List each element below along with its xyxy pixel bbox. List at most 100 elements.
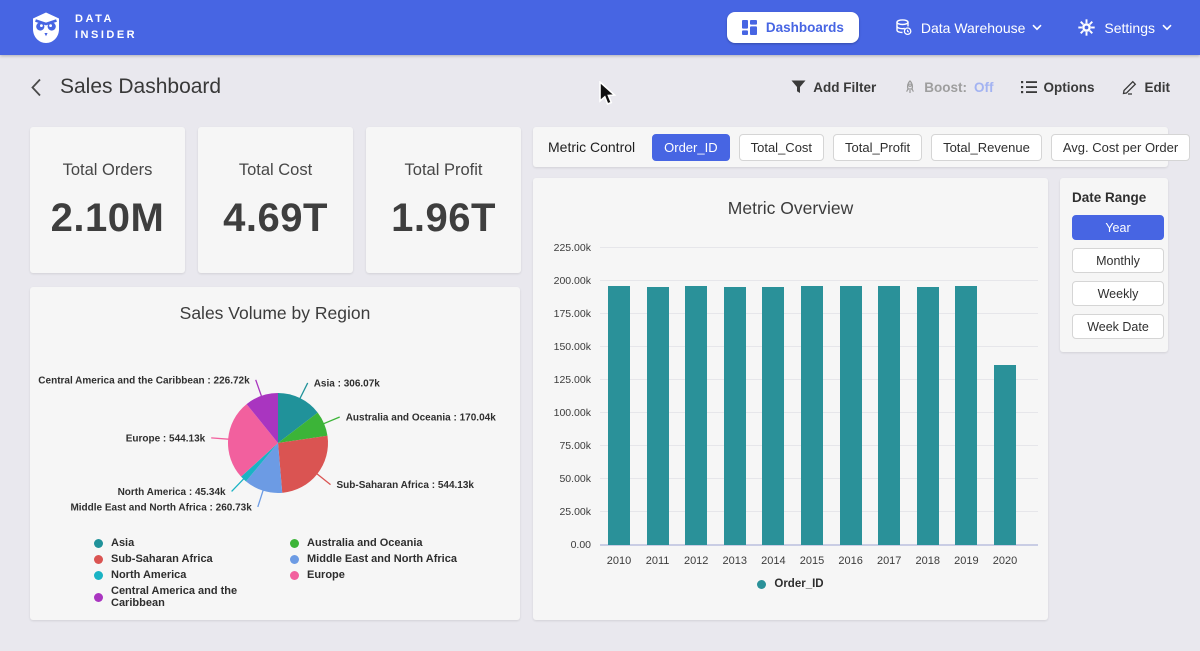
legend-dot <box>290 571 299 580</box>
settings-label: Settings <box>1104 20 1155 36</box>
bar-2014[interactable] <box>762 287 784 545</box>
pie-chart-card: Sales Volume by Region Asia : 306.07kAus… <box>30 287 520 620</box>
pie-callout-label-australia-and-oceania: Australia and Oceania : 170.04k <box>346 413 497 424</box>
data-warehouse-menu[interactable]: Data Warehouse <box>895 19 1043 36</box>
x-tick-label-2013: 2013 <box>723 555 747 567</box>
metric-button-order-id[interactable]: Order_ID <box>652 134 729 161</box>
brand-logo[interactable]: DATA INSIDER <box>28 10 137 46</box>
top-navbar: DATA INSIDER Dashboards Data Warehouse <box>0 0 1200 55</box>
pie-callout-line <box>258 489 264 507</box>
bar-2012[interactable] <box>685 286 707 545</box>
x-tick-label-2014: 2014 <box>761 555 785 567</box>
x-tick-label-2019: 2019 <box>954 555 978 567</box>
dashboards-button[interactable]: Dashboards <box>727 12 859 43</box>
chevron-down-icon <box>1162 24 1172 31</box>
y-tick-label: 100.00k <box>533 407 591 419</box>
bar-2019[interactable] <box>955 286 977 545</box>
legend-label: Central America and the Caribbean <box>111 585 290 609</box>
gridline <box>600 280 1038 281</box>
pie-legend-item-middle-east-and-north-africa: Middle East and North Africa <box>290 553 520 565</box>
date-range-button-week-date[interactable]: Week Date <box>1072 314 1164 339</box>
back-chevron-icon <box>30 78 42 97</box>
kpi-card-total-profit: Total Profit1.96T <box>366 127 521 273</box>
y-tick-label: 150.00k <box>533 341 591 353</box>
kpi-label: Total Cost <box>198 161 353 180</box>
x-tick-label-2017: 2017 <box>877 555 901 567</box>
x-tick-label-2018: 2018 <box>916 555 940 567</box>
pie-legend-item-europe: Europe <box>290 569 520 581</box>
date-range-card: Date Range Year Monthly Weekly Week Date <box>1060 178 1168 352</box>
date-range-button-weekly[interactable]: Weekly <box>1072 281 1164 306</box>
kpi-row: Total Orders2.10MTotal Cost4.69TTotal Pr… <box>30 127 521 273</box>
y-tick-label: 75.00k <box>533 440 591 452</box>
bar-2017[interactable] <box>878 286 900 545</box>
bar-2015[interactable] <box>801 286 823 545</box>
bar-2016[interactable] <box>840 286 862 546</box>
x-tick-label-2012: 2012 <box>684 555 708 567</box>
page-title: Sales Dashboard <box>60 75 221 99</box>
back-button[interactable] <box>30 78 42 97</box>
add-filter-label: Add Filter <box>813 80 876 95</box>
date-range-button-year[interactable]: Year <box>1072 215 1164 240</box>
metric-control-label: Metric Control <box>548 139 635 155</box>
legend-dot <box>94 571 103 580</box>
kpi-label: Total Profit <box>366 161 521 180</box>
pie-callout-line <box>322 417 340 424</box>
y-tick-label: 25.00k <box>533 506 591 518</box>
pie-callout-label-north-america: North America : 45.34k <box>118 487 226 498</box>
y-tick-label: 175.00k <box>533 308 591 320</box>
kpi-card-total-cost: Total Cost 4.69T <box>198 127 353 273</box>
pie-chart-title: Sales Volume by Region <box>30 287 520 327</box>
legend-label: Middle East and North Africa <box>307 553 457 565</box>
rocket-icon <box>903 80 917 95</box>
legend-dot <box>94 555 103 564</box>
pie-legend-item-australia-and-oceania: Australia and Oceania <box>290 537 520 549</box>
y-tick-label: 125.00k <box>533 374 591 386</box>
boost-toggle[interactable]: Boost: Off <box>903 80 993 95</box>
dashboard-header: Sales Dashboard Add Filter Boost: Off <box>0 55 1200 119</box>
boost-label: Boost: <box>924 80 967 95</box>
edit-button[interactable]: Edit <box>1122 79 1171 95</box>
options-button[interactable]: Options <box>1021 80 1095 95</box>
gear-icon <box>1078 19 1095 36</box>
add-filter-button[interactable]: Add Filter <box>791 80 876 95</box>
filter-funnel-icon <box>791 80 806 94</box>
metric-button-avg-cost-per-order[interactable]: Avg. Cost per Order <box>1051 134 1190 161</box>
bar-chart-title: Metric Overview <box>533 178 1048 218</box>
settings-menu[interactable]: Settings <box>1078 19 1172 36</box>
legend-label: Europe <box>307 569 345 581</box>
metric-button-total-cost[interactable]: Total_Cost <box>739 134 824 161</box>
pie-legend-item-north-america: North America <box>94 569 290 581</box>
bar-chart-card: Metric Overview 0.0025.00k50.00k75.00k10… <box>533 178 1048 620</box>
date-range-button-monthly[interactable]: Monthly <box>1072 248 1164 273</box>
pie-chart: Asia : 306.07kAustralia and Oceania : 17… <box>30 327 520 535</box>
y-tick-label: 200.00k <box>533 275 591 287</box>
metric-buttons: Order_ID Total_Cost Total_Profit Total_Reve… <box>652 134 1190 161</box>
gridline <box>600 247 1038 248</box>
legend-label: Asia <box>111 537 134 549</box>
metric-button-total-revenue[interactable]: Total_Revenue <box>931 134 1042 161</box>
boost-value: Off <box>974 80 994 95</box>
x-tick-label-2010: 2010 <box>607 555 631 567</box>
bar-2013[interactable] <box>724 287 746 545</box>
metric-button-total-profit[interactable]: Total_Profit <box>833 134 922 161</box>
bar-2011[interactable] <box>647 287 669 546</box>
date-range-label: Date Range <box>1072 190 1160 205</box>
bar-2010[interactable] <box>608 286 630 545</box>
kpi-value: 4.69T <box>198 196 353 241</box>
owl-logo-icon <box>28 10 64 46</box>
bar-chart-plot <box>600 248 1038 545</box>
legend-label: Australia and Oceania <box>307 537 423 549</box>
bar-chart-legend: Order_ID <box>533 578 1048 590</box>
legend-label: North America <box>111 569 186 581</box>
database-icon <box>895 19 912 36</box>
legend-dot <box>757 580 766 589</box>
legend-label: Sub-Saharan Africa <box>111 553 213 565</box>
bar-2020[interactable] <box>994 365 1016 545</box>
edit-pencil-icon <box>1122 79 1138 95</box>
pie-callout-label-europe: Europe : 544.13k <box>126 433 206 444</box>
bar-2018[interactable] <box>917 287 939 546</box>
pie-slice-sub-saharan-africa[interactable] <box>278 436 328 493</box>
pie-legend-item-central-america-and-the-caribbean: Central America and the Caribbean <box>94 585 290 609</box>
options-label: Options <box>1044 80 1095 95</box>
